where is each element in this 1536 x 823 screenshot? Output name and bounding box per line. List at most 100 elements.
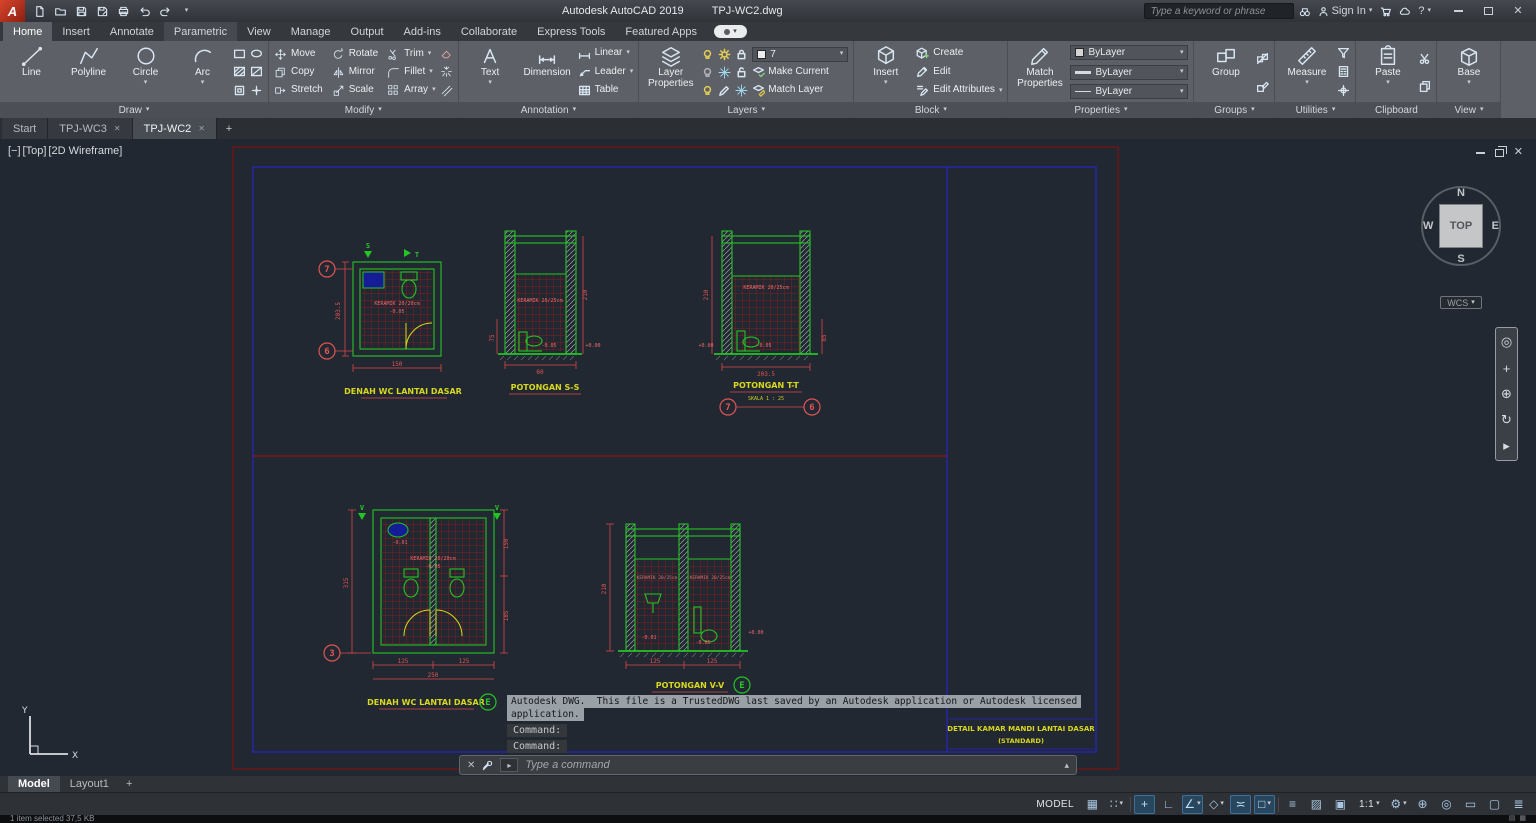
tab-featured-apps[interactable]: Featured Apps <box>615 22 707 41</box>
plot-button[interactable] <box>114 3 133 20</box>
tab-output[interactable]: Output <box>341 22 394 41</box>
layer-lock-icon[interactable] <box>735 48 748 61</box>
base-button[interactable]: Base▾ <box>1442 44 1495 100</box>
keyword-search-input[interactable] <box>1144 3 1294 19</box>
panel-footer-view[interactable]: View▾ <box>1437 102 1500 118</box>
command-customize-wrench-icon[interactable] <box>482 760 493 771</box>
text-button[interactable]: Text▾ <box>464 44 517 100</box>
close-tab-icon[interactable]: ✕ <box>198 124 205 133</box>
group-button[interactable]: Group <box>1199 44 1252 100</box>
isometric-drafting-toggle[interactable]: ◇▾ <box>1206 795 1227 814</box>
new-file-button[interactable] <box>30 3 49 20</box>
recent-commands-icon[interactable]: ▸ <box>500 758 518 772</box>
model-space-toggle[interactable]: MODEL <box>1031 795 1079 814</box>
layer-freeze-icon[interactable] <box>718 66 731 79</box>
offset-button[interactable] <box>440 84 453 97</box>
viewport-view-control[interactable]: [Top] <box>23 145 47 157</box>
viewport-minimize-control[interactable]: [−] <box>8 145 21 157</box>
edit-block-button[interactable]: Edit <box>916 63 1002 81</box>
layer-on-icon[interactable] <box>701 48 714 61</box>
isolate-objects-control[interactable]: ◎ <box>1436 795 1457 814</box>
panel-footer-block[interactable]: Block▾ <box>854 102 1007 118</box>
orbit-icon[interactable]: ↻ <box>1501 410 1512 430</box>
panel-footer-groups[interactable]: Groups▾ <box>1194 102 1274 118</box>
mirror-button[interactable]: Mirror <box>332 63 378 81</box>
circle-button[interactable]: Circle▾ <box>119 44 172 100</box>
close-button[interactable]: ✕ <box>1503 1 1533 22</box>
table-button[interactable]: Table <box>578 82 634 100</box>
layout1-tab[interactable]: Layout1 <box>60 776 119 792</box>
annotation-scale-control[interactable]: 1:1▾ <box>1354 795 1385 814</box>
selection-cycling-toggle[interactable]: ▣ <box>1330 795 1351 814</box>
panel-footer-annotation[interactable]: Annotation▾ <box>459 102 639 118</box>
tab-addins[interactable]: Add-ins <box>394 22 451 41</box>
arc-button[interactable]: Arc▾ <box>176 44 229 100</box>
hatch-tool-button[interactable] <box>233 65 246 78</box>
tab-insert[interactable]: Insert <box>52 22 100 41</box>
point-tool-button[interactable] <box>250 84 263 97</box>
viewcube[interactable]: N S W E TOP <box>1421 186 1501 266</box>
viewcube-west[interactable]: W <box>1423 220 1433 232</box>
redo-button[interactable] <box>156 3 175 20</box>
layer-freeze2-icon[interactable] <box>735 84 748 97</box>
viewcube-north[interactable]: N <box>1457 187 1465 199</box>
panel-footer-draw[interactable]: Draw▾ <box>0 102 268 118</box>
panel-footer-layers[interactable]: Layers▾ <box>639 102 853 118</box>
ortho-mode-toggle[interactable]: ∟ <box>1158 795 1179 814</box>
doc-close-icon[interactable]: ✕ <box>1514 147 1523 158</box>
dimension-button[interactable]: Dimension <box>521 44 574 100</box>
fillet-button[interactable]: Fillet▾ <box>387 63 435 81</box>
tab-parametric[interactable]: Parametric <box>164 22 237 41</box>
layer-dropdown[interactable]: 7▾ <box>752 47 848 62</box>
file-tab-tpj-wc2[interactable]: TPJ-WC2✕ <box>133 118 217 139</box>
cut-button[interactable] <box>1418 52 1431 65</box>
tab-annotate[interactable]: Annotate <box>100 22 164 41</box>
grid-display-toggle[interactable]: ▦ <box>1082 795 1103 814</box>
object-snap-tracking-toggle[interactable]: ≍ <box>1230 795 1251 814</box>
doc-restore-icon[interactable] <box>1495 149 1504 157</box>
object-color-dropdown[interactable]: ByLayer▾ <box>1070 45 1188 60</box>
move-button[interactable]: Move <box>274 45 323 63</box>
measure-button[interactable]: Measure▾ <box>1280 44 1333 100</box>
tab-collaborate[interactable]: Collaborate <box>451 22 527 41</box>
steering-wheel-icon[interactable]: ◎ <box>1501 332 1512 352</box>
new-layout-button[interactable]: + <box>119 778 139 790</box>
polar-tracking-toggle[interactable]: ∠▾ <box>1182 795 1203 814</box>
pan-icon[interactable]: + <box>1503 358 1511 378</box>
sign-in-control[interactable]: Sign In ▾ <box>1318 5 1373 17</box>
file-tab-tpj-wc3[interactable]: TPJ-WC3✕ <box>48 118 132 139</box>
group-edit-button[interactable] <box>1256 80 1269 93</box>
viewport-visual-style-control[interactable]: [2D Wireframe] <box>48 145 122 157</box>
layer-isolate-icon[interactable] <box>701 84 714 97</box>
tab-express-tools[interactable]: Express Tools <box>527 22 615 41</box>
edit-attributes-button[interactable]: Edit Attributes▾ <box>916 82 1002 100</box>
line-button[interactable]: Line <box>5 44 58 100</box>
trim-button[interactable]: Trim▾ <box>387 45 435 63</box>
array-button[interactable]: Array▾ <box>387 81 435 99</box>
drawing-area[interactable]: 203.5 150 7 6 KERAMIK 20/20cm -0.05 T S … <box>0 139 1536 776</box>
gradient-tool-button[interactable] <box>250 65 263 78</box>
command-close-icon[interactable]: ✕ <box>467 760 475 771</box>
layer-properties-button[interactable]: Layer Properties <box>644 44 697 100</box>
open-file-button[interactable] <box>51 3 70 20</box>
list-view-icon[interactable]: ▤ <box>1509 815 1516 823</box>
quick-calculator-button[interactable] <box>1337 65 1350 78</box>
boundary-tool-button[interactable] <box>233 84 246 97</box>
command-input[interactable] <box>525 759 1057 771</box>
search-binoculars-icon[interactable] <box>1299 6 1310 17</box>
layer-thaw-icon[interactable] <box>718 48 731 61</box>
paste-button[interactable]: Paste▾ <box>1361 44 1414 100</box>
linear-button[interactable]: Linear▾ <box>578 44 634 62</box>
wcs-selector[interactable]: WCS ▾ <box>1440 296 1482 309</box>
help-control[interactable]: ? ▾ <box>1418 5 1431 17</box>
viewcube-top-face[interactable]: TOP <box>1439 204 1483 248</box>
leader-button[interactable]: Leader▾ <box>578 63 634 81</box>
panel-footer-modify[interactable]: Modify▾ <box>269 102 458 118</box>
snap-mode-toggle[interactable]: ∷▾ <box>1106 795 1127 814</box>
match-properties-button[interactable]: Match Properties <box>1013 44 1066 100</box>
id-point-button[interactable] <box>1337 84 1350 97</box>
erase-button[interactable] <box>440 47 453 60</box>
panel-footer-clipboard[interactable]: Clipboard <box>1356 102 1436 118</box>
explode-button[interactable] <box>440 65 453 78</box>
layer-paint-icon[interactable] <box>718 84 731 97</box>
